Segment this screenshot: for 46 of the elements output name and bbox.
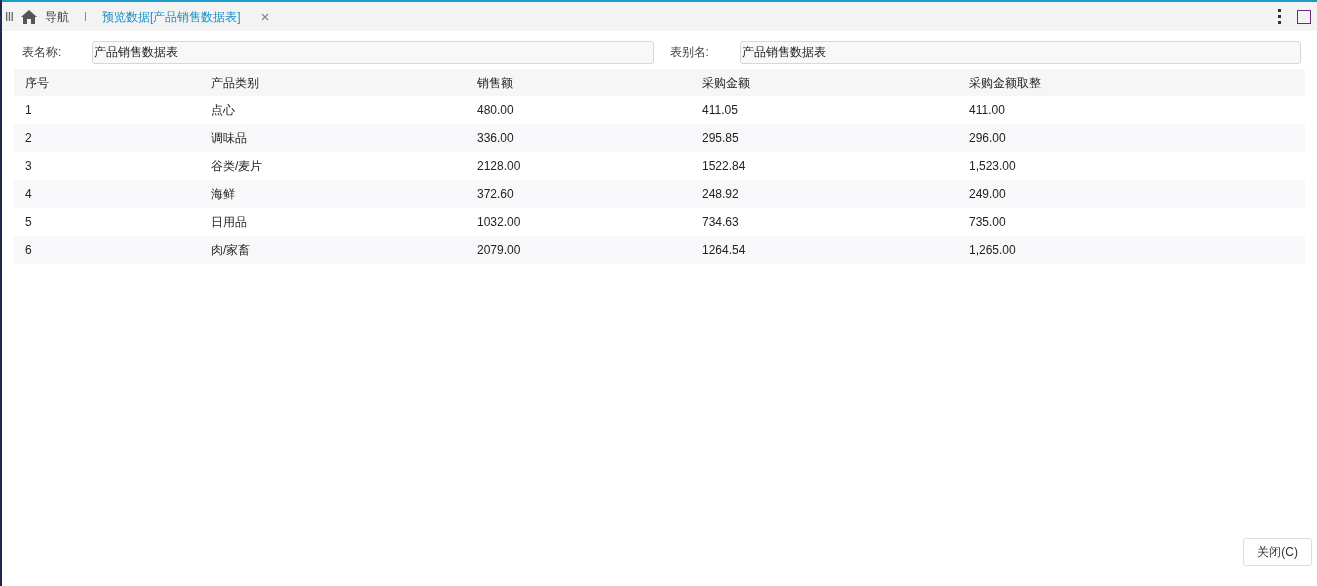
input-field[interactable]: 产品销售数据表 bbox=[92, 40, 654, 64]
table-cell: 249.00 bbox=[958, 180, 1305, 208]
table-cell: 480.00 bbox=[466, 96, 691, 124]
table-cell: 点心 bbox=[200, 96, 466, 124]
grip-icon[interactable] bbox=[6, 12, 13, 21]
column-header: 序号 bbox=[14, 69, 200, 96]
table-cell: 5 bbox=[14, 208, 200, 236]
field-label: 表别名: bbox=[669, 44, 710, 61]
table-cell: 肉/家畜 bbox=[200, 236, 466, 264]
table-cell: 734.63 bbox=[691, 208, 958, 236]
table-cell: 336.00 bbox=[466, 124, 691, 152]
table-cell: 1522.84 bbox=[691, 152, 958, 180]
table-cell: 谷类/麦片 bbox=[200, 152, 466, 180]
input-field[interactable]: 产品销售数据表 bbox=[739, 40, 1301, 64]
table-cell: 1,265.00 bbox=[958, 236, 1305, 264]
column-header: 采购金额 bbox=[691, 69, 958, 96]
table-cell: 4 bbox=[14, 180, 200, 208]
field-label: 表名称: bbox=[22, 44, 63, 61]
table-cell: 2128.00 bbox=[466, 152, 691, 180]
home-icon bbox=[21, 9, 37, 24]
tab[interactable]: 导航 bbox=[41, 7, 73, 26]
table-cell: 2 bbox=[14, 124, 200, 152]
table-cell: 248.92 bbox=[691, 180, 958, 208]
table-cell: 日用品 bbox=[200, 208, 466, 236]
column-header: 销售额 bbox=[466, 69, 691, 96]
table-cell: 295.85 bbox=[691, 124, 958, 152]
maximize-icon[interactable] bbox=[1297, 9, 1311, 24]
table-cell: 1032.00 bbox=[466, 208, 691, 236]
table-cell: 6 bbox=[14, 236, 200, 264]
more-icon[interactable] bbox=[1278, 9, 1281, 24]
table-cell: 411.05 bbox=[691, 96, 958, 124]
column-header: 产品类别 bbox=[200, 69, 466, 96]
table-cell: 1264.54 bbox=[691, 236, 958, 264]
table-cell: 2079.00 bbox=[466, 236, 691, 264]
table-cell: 海鲜 bbox=[200, 180, 466, 208]
table-cell: 735.00 bbox=[958, 208, 1305, 236]
column-header: 采购金额取整 bbox=[958, 69, 1305, 96]
table-cell: 1 bbox=[14, 96, 200, 124]
close-icon[interactable] bbox=[260, 12, 269, 21]
table-cell: 372.60 bbox=[466, 180, 691, 208]
table-cell: 调味品 bbox=[200, 124, 466, 152]
close-button[interactable]: 关闭(C) bbox=[1243, 538, 1312, 566]
table-cell: 3 bbox=[14, 152, 200, 180]
table-cell: 411.00 bbox=[958, 96, 1305, 124]
table-cell: 1,523.00 bbox=[958, 152, 1305, 180]
table-cell: 296.00 bbox=[958, 124, 1305, 152]
